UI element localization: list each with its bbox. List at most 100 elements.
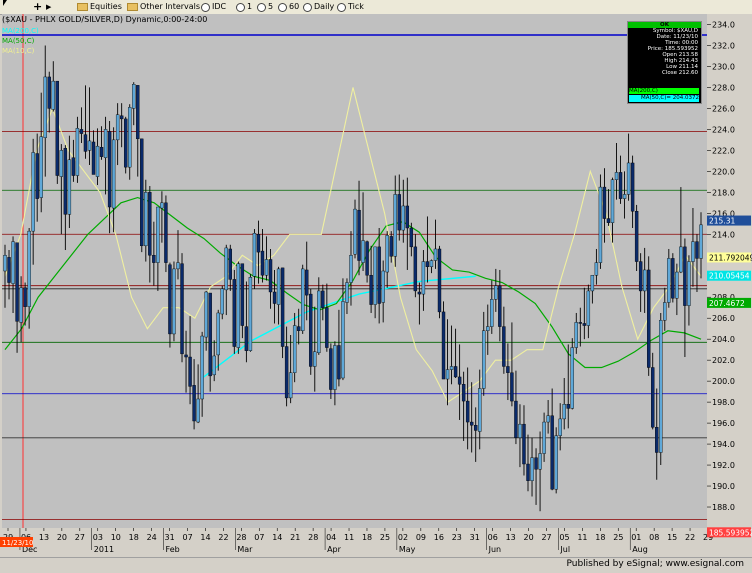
- cursor-info-window[interactable]: OK Symbol: $XAU,D Date: 11/23/10 Time: 0…: [627, 21, 702, 104]
- candle-body: [554, 435, 558, 490]
- candle-body: [457, 376, 462, 385]
- idc-button[interactable]: IDC: [201, 0, 226, 14]
- candle-body: [389, 236, 393, 257]
- candle-body: [272, 291, 277, 304]
- candle-body: [441, 311, 446, 380]
- interval-60-button[interactable]: 60: [278, 0, 299, 14]
- toolbar: + ▶ Equities Other Intervals IDC 1 5 60 …: [0, 0, 752, 15]
- candle-body: [276, 268, 281, 305]
- y-tick-label: 234.0: [712, 20, 735, 29]
- legend-ma10: MA(10,C): [2, 47, 35, 55]
- price-tag: 185.593952: [707, 527, 752, 538]
- x-tick-label: 15: [667, 533, 677, 542]
- price-tag: 207.4672: [707, 297, 751, 308]
- interval-60-label: 60: [289, 2, 300, 11]
- candle-body: [683, 246, 687, 306]
- cursor-tool-button[interactable]: [3, 0, 7, 6]
- candle-body: [691, 241, 695, 262]
- candle-body: [506, 366, 510, 373]
- x-tick-label: 22: [685, 533, 695, 542]
- candle-body: [642, 269, 647, 292]
- x-tick-label: 07: [254, 533, 264, 542]
- candle-body: [152, 255, 156, 263]
- candle-body: [164, 202, 168, 263]
- candle: [180, 253, 184, 363]
- x-tick-label: 22: [218, 533, 228, 542]
- candle-body: [453, 366, 458, 378]
- candle-body: [353, 208, 357, 255]
- candle-body: [594, 262, 599, 276]
- published-by-text: Published by eSignal; www.esignal.com: [566, 559, 744, 569]
- y-tick-label: 198.0: [712, 398, 735, 407]
- interval-5-label: 5: [268, 2, 274, 11]
- candle-body: [659, 320, 663, 453]
- candle-body: [663, 302, 667, 321]
- candle-body: [63, 148, 68, 215]
- price-tag: 215.31: [707, 215, 751, 226]
- candle-body: [288, 372, 293, 399]
- candle-body: [373, 246, 377, 305]
- candle-body: [220, 288, 224, 315]
- price-tag: 211.792049: [707, 252, 752, 263]
- x-tick-label: 25: [613, 533, 623, 542]
- candle-body: [646, 269, 651, 368]
- candle-body: [329, 348, 333, 390]
- y-tick-label: 220.0: [712, 167, 735, 176]
- candle-body: [260, 250, 265, 276]
- candle-body: [248, 277, 253, 351]
- candle-body: [337, 345, 341, 380]
- candle-body: [55, 80, 60, 176]
- candle-body: [305, 269, 309, 296]
- folder-icon: [127, 3, 138, 11]
- candle-body: [345, 282, 349, 303]
- candle-body: [325, 307, 329, 348]
- y-tick-label: 228.0: [712, 83, 735, 92]
- x-tick-label: 28: [236, 533, 246, 542]
- x-tick-label: 11: [577, 533, 587, 542]
- candle: [441, 301, 446, 380]
- interval-tick-button[interactable]: Tick: [337, 0, 364, 14]
- candle-body: [140, 138, 144, 247]
- other-intervals-menu[interactable]: Other Intervals: [127, 0, 200, 14]
- candle-body: [3, 255, 7, 272]
- candle-body: [417, 291, 422, 295]
- candle-body: [136, 85, 140, 140]
- candle-body: [43, 76, 47, 138]
- y-tick-label: 202.0: [712, 356, 735, 365]
- toolbar-arrow-button[interactable]: ▶: [46, 0, 51, 14]
- x-tick-label: 02: [398, 533, 408, 542]
- y-tick-label: 200.0: [712, 377, 735, 386]
- x-tick-label: 09: [416, 533, 426, 542]
- month-label: Aug: [632, 545, 648, 554]
- candle-body: [361, 240, 365, 263]
- candle: [248, 274, 253, 352]
- equities-menu[interactable]: Equities: [77, 0, 122, 14]
- candle-body: [377, 246, 381, 304]
- candle-body: [123, 118, 128, 168]
- x-tick-label: 03: [93, 533, 103, 542]
- interval-daily-button[interactable]: Daily: [303, 0, 334, 14]
- candle-body: [119, 115, 124, 120]
- candle-body: [196, 398, 200, 423]
- candle-body: [15, 242, 19, 322]
- candle-body: [313, 351, 317, 367]
- equities-label: Equities: [90, 2, 122, 11]
- candle-body: [67, 159, 72, 215]
- interval-icon: [278, 2, 287, 12]
- candle: [646, 256, 651, 376]
- candle-body: [433, 248, 438, 261]
- candle-body: [228, 248, 232, 280]
- candle-body: [172, 268, 176, 335]
- x-tick-label: 11: [344, 533, 354, 542]
- y-tick-label: 224.0: [712, 125, 735, 134]
- x-tick-label: 31: [165, 533, 175, 542]
- candle-body: [534, 457, 538, 470]
- add-symbol-button[interactable]: +: [33, 0, 42, 14]
- month-label: 2011: [94, 545, 114, 554]
- candle-body: [675, 271, 679, 299]
- candle-body: [292, 325, 297, 373]
- candle-body: [224, 247, 228, 291]
- interval-1-button[interactable]: 1: [236, 0, 252, 14]
- interval-5-button[interactable]: 5: [257, 0, 273, 14]
- x-tick-label: 08: [649, 533, 659, 542]
